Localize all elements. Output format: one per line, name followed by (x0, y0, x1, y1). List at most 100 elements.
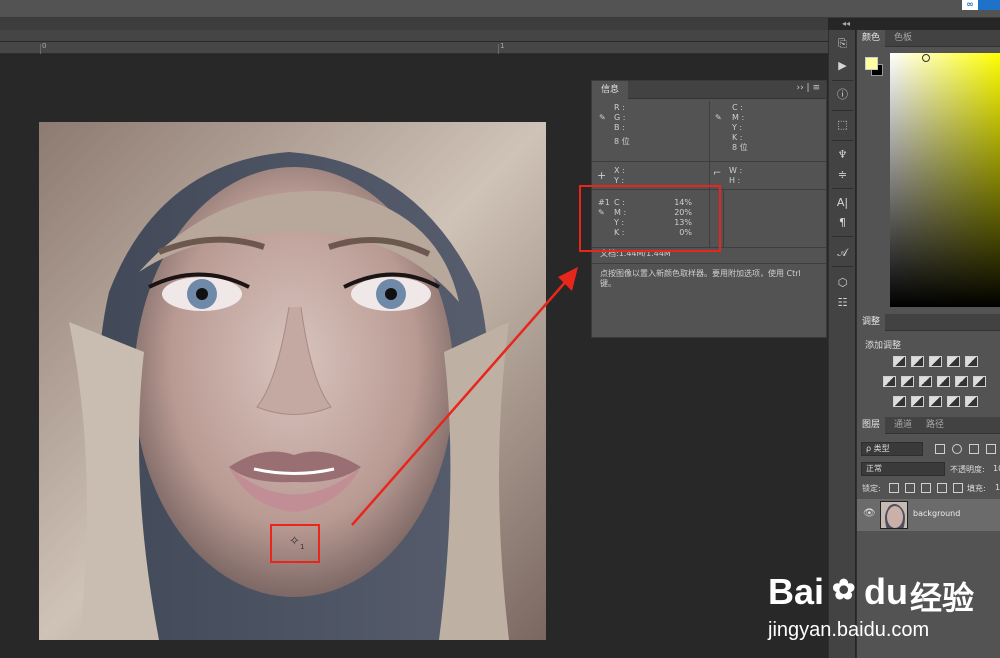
paw-logo-icon: ✿ (832, 574, 856, 605)
thumbnail-portrait (881, 502, 907, 528)
black-white-icon[interactable] (919, 376, 932, 387)
info-hline (592, 263, 826, 264)
tab-layers[interactable]: 图层 (857, 417, 886, 434)
watermark-cn: 经验 (910, 580, 975, 616)
label-r: R : (614, 103, 625, 112)
color-balance-icon[interactable] (901, 376, 914, 387)
3d-icon[interactable]: ⬡ (834, 275, 851, 291)
transform-icon[interactable]: ⬚ (834, 117, 851, 133)
layers-panel-header: 图层 通道 路径 (857, 417, 1000, 434)
filter-adjustment-icon[interactable] (952, 444, 962, 454)
lock-artboard-icon[interactable] (937, 483, 947, 493)
separator (832, 140, 853, 141)
label-y: Y : (732, 123, 743, 132)
threshold-icon[interactable] (929, 396, 942, 407)
character-icon[interactable]: A| (834, 195, 851, 211)
add-adjustment-label: 添加调整 (865, 341, 902, 351)
tab-paths[interactable]: 路径 (921, 417, 949, 434)
brightness-icon[interactable] (893, 356, 906, 367)
eyedropper-icon: ✎ (715, 113, 722, 122)
baidu-jingyan-watermark: Bai ✿ du 经验 jingyan.baidu.com (766, 571, 1000, 658)
xy-labels: X : Y : (614, 166, 625, 186)
separator (832, 110, 853, 111)
gradient-map-icon[interactable] (947, 396, 960, 407)
label-k: K : (732, 133, 743, 142)
crosshair-icon: + (597, 169, 607, 182)
foreground-color-swatch[interactable] (865, 57, 878, 70)
tab-info[interactable]: 信息 (592, 81, 628, 99)
filter-type-icon[interactable] (969, 444, 979, 454)
channel-mixer-icon[interactable] (955, 376, 968, 387)
panel-icon-strip: ⎘ ▶ ⓘ ⬚ ♆ ≑ A| ¶ 𝒜 ⬡ ☷ (828, 30, 855, 658)
selection-size-icon: ⌐ (713, 168, 722, 179)
color-lookup-icon[interactable] (973, 376, 986, 387)
lock-transparent-icon[interactable] (889, 483, 899, 493)
lock-image-icon[interactable] (905, 483, 915, 493)
right-panel-dock: 颜色 色板 调整 添加调整 图层 通道 路径 ρ 类型 正常 不透明度: 1 锁… (856, 30, 1000, 658)
wh-labels: W : H : (729, 166, 742, 186)
info-icon[interactable]: ⓘ (834, 87, 851, 103)
tab-channels[interactable]: 通道 (889, 417, 917, 434)
ruler-label-1: 1 (500, 42, 505, 50)
lock-label: 锁定: (862, 484, 881, 493)
filter-shape-icon[interactable] (986, 444, 996, 454)
adjustments-panel-header: 调整 (857, 314, 1000, 331)
app-top-bar: ∞ (0, 0, 1000, 18)
eyedropper-icon: ✎ (599, 113, 606, 122)
layer-filter-dropdown[interactable]: ρ 类型 (861, 442, 923, 456)
fill-label: 填充: (967, 484, 986, 493)
color-picker-field[interactable] (890, 53, 1000, 307)
invert-icon[interactable] (893, 396, 906, 407)
label-g: G : (614, 113, 626, 122)
curves-icon[interactable] (929, 356, 942, 367)
horizontal-ruler: 0 1 (0, 42, 828, 54)
annotation-arrow (351, 267, 578, 526)
properties-icon[interactable]: ☷ (834, 295, 851, 311)
brush-preset-icon[interactable]: ♆ (834, 147, 851, 163)
glyphs-icon[interactable]: 𝒜 (834, 245, 851, 261)
hint-text: 点按图像以置入新颜色取样器。要用附加选项，使用 Ctrl 键。 (600, 269, 801, 288)
info-panel-header: 信息 ›› | ≡ (592, 81, 826, 99)
photo-filter-icon[interactable] (937, 376, 950, 387)
blend-mode-dropdown[interactable]: 正常 (861, 462, 945, 476)
sampler-number: 1 (300, 543, 305, 551)
exposure-icon[interactable] (947, 356, 960, 367)
color-panel-header: 颜色 色板 (857, 30, 1000, 47)
cloud-badge-icon[interactable]: ∞ (962, 0, 978, 10)
history-icon[interactable]: ⎘ (834, 36, 851, 52)
fill-value[interactable]: 1 (995, 483, 1000, 492)
opacity-value[interactable]: 10 (993, 464, 1000, 473)
info-hline (592, 161, 826, 162)
vibrance-icon[interactable] (965, 356, 978, 367)
brush-settings-icon[interactable]: ≑ (834, 167, 851, 183)
hue-saturation-icon[interactable] (883, 376, 896, 387)
levels-icon[interactable] (911, 356, 924, 367)
layer-row-background[interactable]: 👁 background (857, 499, 1000, 531)
selective-color-icon[interactable] (965, 396, 978, 407)
filter-pixel-icon[interactable] (935, 444, 945, 454)
watermark-brand: Bai (768, 571, 825, 612)
layer-name[interactable]: background (913, 509, 960, 518)
opacity-label: 不透明度: (950, 465, 985, 474)
color-sampler-icon[interactable]: ✧ (289, 534, 300, 549)
picker-cursor[interactable] (922, 54, 930, 62)
play-actions-icon[interactable]: ▶ (834, 58, 851, 74)
label-x: X : (614, 166, 625, 175)
lock-all-icon[interactable] (953, 483, 963, 493)
tab-color[interactable]: 颜色 (857, 30, 886, 47)
tab-swatches[interactable]: 色板 (889, 30, 917, 47)
separator (832, 266, 853, 267)
tab-adjustments[interactable]: 调整 (857, 314, 886, 331)
lock-position-icon[interactable] (921, 483, 931, 493)
posterize-icon[interactable] (911, 396, 924, 407)
collapse-panels-icon[interactable]: ◂◂ (842, 19, 850, 28)
label-c: C : (732, 103, 743, 112)
visibility-eye-icon[interactable]: 👁 (863, 508, 876, 519)
ruler-tick (40, 44, 41, 54)
options-strip (0, 18, 828, 30)
document-tab-strip (0, 30, 828, 42)
label-h: H : (729, 176, 741, 185)
panel-menu-icon[interactable]: ›› | ≡ (797, 83, 821, 93)
paragraph-icon[interactable]: ¶ (834, 215, 851, 231)
watermark-url: jingyan.baidu.com (768, 619, 930, 641)
